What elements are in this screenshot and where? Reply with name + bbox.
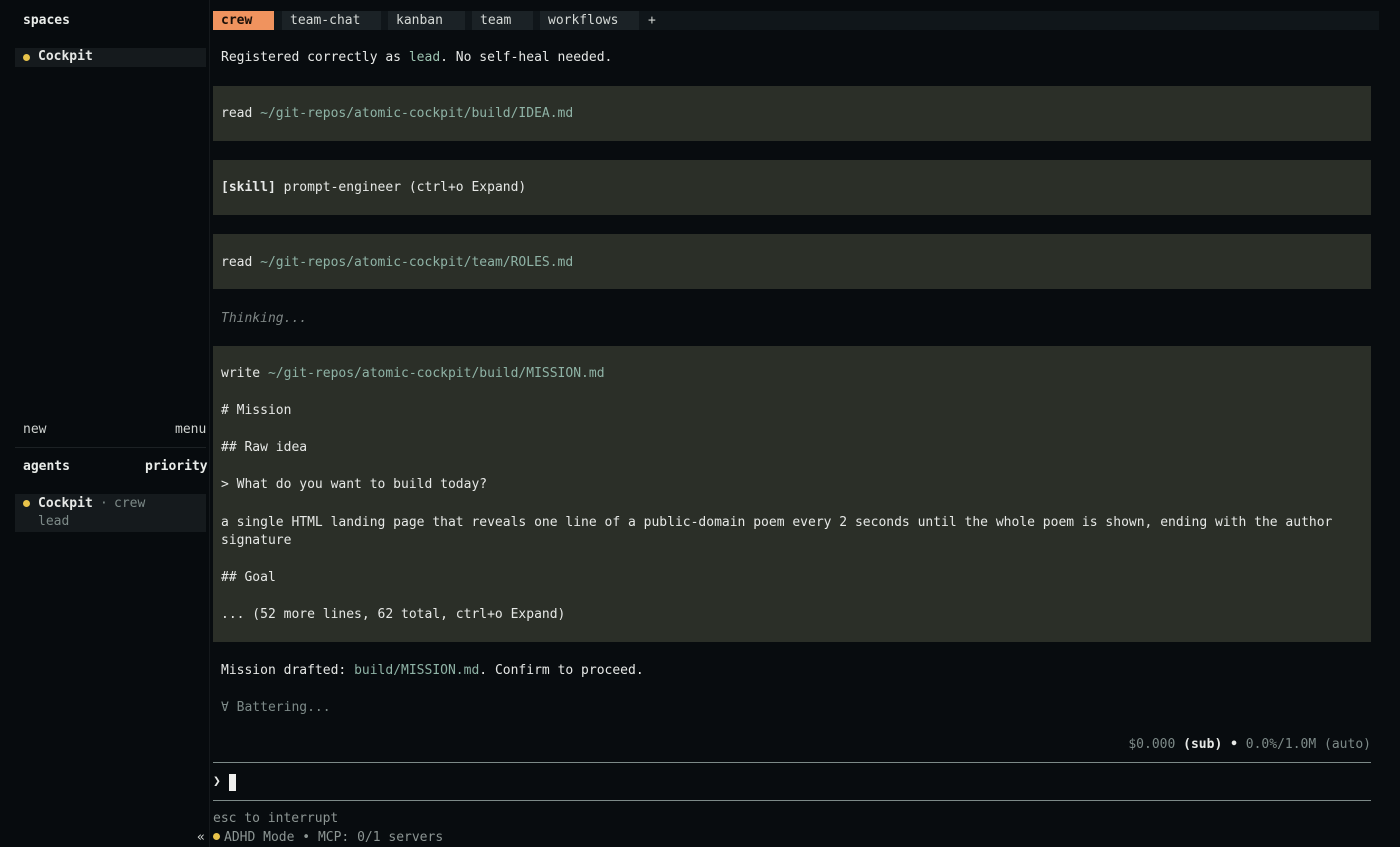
role-highlight: lead <box>408 50 441 65</box>
write-content-line: a single HTML landing page that reveals … <box>221 515 1333 530</box>
usage-status: $0.000 (sub) • 0.0%/1.0M (auto) <box>1128 737 1371 752</box>
tab-kanban[interactable]: kanban <box>388 11 465 30</box>
new-button[interactable]: new <box>23 422 46 437</box>
status-dot-icon <box>213 832 220 840</box>
write-content-line: signature <box>221 533 292 548</box>
tool-command: write <box>221 366 261 381</box>
input-top-border <box>213 762 1371 763</box>
write-mission-line: write ~/git-repos/atomic-cockpit/build/M… <box>221 366 605 381</box>
tab-workflows[interactable]: workflows <box>540 11 639 30</box>
battering-indicator: ∀ Battering... <box>221 700 331 715</box>
agent-separator: · <box>100 496 108 511</box>
tab-crew[interactable]: crew <box>213 11 274 30</box>
file-path: ~/git-repos/atomic-cockpit/build/MISSION… <box>267 366 605 381</box>
prompt-input[interactable] <box>229 774 236 791</box>
prompt-chevron-icon: ❯ <box>213 774 221 789</box>
tool-block-write <box>213 346 1371 642</box>
sidebar: spaces Cockpit new menu agents priority … <box>0 0 210 847</box>
read-idea-line: read ~/git-repos/atomic-cockpit/build/ID… <box>221 106 573 121</box>
space-item-cockpit[interactable]: Cockpit <box>15 48 206 67</box>
agents-header: agents <box>23 459 70 474</box>
write-content-line: ## Goal <box>221 570 276 585</box>
tab-team-chat[interactable]: team-chat <box>282 11 381 30</box>
mode-status: ADHD Mode • MCP: 0/1 servers <box>213 830 443 845</box>
tab-bar: crew team-chat kanban team workflows + <box>213 11 1379 30</box>
file-link[interactable]: build/MISSION.md <box>354 663 479 678</box>
write-content-line: > What do you want to build today? <box>221 477 488 492</box>
space-item-label: Cockpit <box>38 49 93 64</box>
write-content-line: ## Raw idea <box>221 440 308 455</box>
priority-sort-button[interactable]: priority <box>145 459 208 474</box>
agent-role: lead <box>38 514 70 529</box>
spaces-header: spaces <box>23 13 70 28</box>
interrupt-hint: esc to interrupt <box>213 811 339 826</box>
input-bottom-border <box>213 800 1371 801</box>
mcp-status: MCP: 0/1 servers <box>317 830 444 845</box>
write-content-line: # Mission <box>221 403 292 418</box>
status-dot-icon <box>23 500 30 507</box>
cost-value: $0.000 <box>1128 737 1176 752</box>
skill-line: [skill] prompt-engineer (ctrl+o Expand) <box>221 180 526 195</box>
mode-label: ADHD Mode <box>224 830 295 845</box>
collapse-sidebar-icon[interactable]: « <box>197 830 205 845</box>
mission-drafted-message: Mission drafted: build/MISSION.md. Confi… <box>221 663 644 678</box>
plan-badge: (sub) <box>1183 737 1223 752</box>
skill-text: prompt-engineer (ctrl+o Expand) <box>283 180 527 195</box>
sidebar-divider <box>15 447 206 448</box>
menu-button[interactable]: menu <box>175 422 206 437</box>
agent-name: Cockpit <box>38 496 93 511</box>
tab-team[interactable]: team <box>472 11 533 30</box>
tool-command: read <box>221 255 253 270</box>
context-usage: 0.0%/1.0M (auto) <box>1245 737 1371 752</box>
tool-command: read <box>221 106 253 121</box>
file-path: ~/git-repos/atomic-cockpit/team/ROLES.md <box>260 255 574 270</box>
skill-tag: [skill] <box>221 180 276 195</box>
registration-message: Registered correctly as lead. No self-he… <box>221 50 613 65</box>
agent-item-cockpit[interactable]: Cockpit · crew lead <box>15 494 206 532</box>
file-path: ~/git-repos/atomic-cockpit/build/IDEA.md <box>260 106 574 121</box>
add-tab-button[interactable]: + <box>648 11 656 30</box>
status-dot-icon <box>23 54 30 61</box>
read-roles-line: read ~/git-repos/atomic-cockpit/team/ROL… <box>221 255 573 270</box>
agent-team: crew <box>114 496 146 511</box>
thinking-indicator: Thinking... <box>221 311 308 326</box>
expand-hint-line[interactable]: ... (52 more lines, 62 total, ctrl+o Exp… <box>221 607 565 622</box>
